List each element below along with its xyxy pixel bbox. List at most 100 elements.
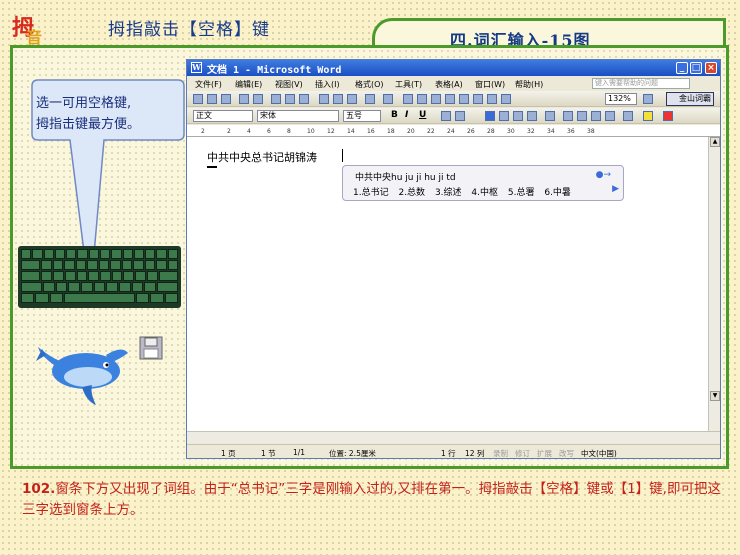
menu-help[interactable]: 帮助(H) (515, 79, 543, 90)
ime-candidate[interactable]: 5.总署 (508, 188, 535, 198)
status-line: 1 行 (441, 449, 456, 458)
numbering-icon[interactable] (563, 111, 573, 121)
char-border-icon[interactable] (441, 111, 451, 121)
hyperlink-icon[interactable] (403, 94, 413, 104)
line-spacing-icon[interactable] (545, 111, 555, 121)
ime-candidate[interactable]: 3.综述 (435, 188, 462, 198)
bullets-icon[interactable] (577, 111, 587, 121)
align-left-icon[interactable] (485, 111, 495, 121)
save-icon[interactable] (221, 94, 231, 104)
ime-next-page-icon[interactable]: ▶ (612, 184, 619, 194)
floppy-disk-icon (139, 336, 163, 360)
status-record[interactable]: 录制 (493, 448, 508, 459)
align-center-icon[interactable] (499, 111, 509, 121)
document-text: 中共中央总书记胡锦涛 (207, 151, 317, 164)
increase-indent-icon[interactable] (605, 111, 615, 121)
status-column: 12 列 (465, 449, 485, 458)
format-toolbar: 正文 宋体 五号 B I U (187, 108, 720, 124)
menu-insert[interactable]: 插入(I) (315, 79, 340, 90)
paste-icon[interactable] (347, 94, 357, 104)
cut-icon[interactable] (319, 94, 329, 104)
jinshan-button[interactable]: 金山词霸 (666, 92, 714, 106)
close-button[interactable]: × (705, 62, 717, 74)
drawing-icon[interactable] (473, 94, 483, 104)
show-hide-icon[interactable] (501, 94, 511, 104)
caption-number: 102. (22, 481, 56, 497)
status-pages: 1/1 (293, 448, 306, 457)
ime-candidate[interactable]: 4.中枢 (471, 188, 498, 198)
highlight-icon[interactable] (643, 111, 653, 121)
menu-bar: 文件(F) 编辑(E) 视图(V) 插入(I) 格式(O) 工具(T) 表格(A… (187, 76, 720, 91)
email-icon[interactable] (253, 94, 263, 104)
zoom-select[interactable]: 132% (605, 93, 637, 105)
document-map-icon[interactable] (487, 94, 497, 104)
style-select[interactable]: 正文 (193, 110, 253, 122)
horizontal-scrollbar[interactable] (187, 431, 720, 443)
menu-tools[interactable]: 工具(T) (395, 79, 422, 90)
font-size-select[interactable]: 五号 (343, 110, 381, 122)
spelling-icon[interactable] (299, 94, 309, 104)
ime-candidate[interactable]: 2.总数 (398, 188, 425, 198)
keyboard-illustration (18, 246, 181, 308)
menu-format[interactable]: 格式(O) (355, 79, 384, 90)
help-icon[interactable] (643, 94, 653, 104)
status-overtype[interactable]: 改写 (559, 448, 574, 459)
status-page: 1 页 (221, 449, 236, 458)
new-doc-icon[interactable] (193, 94, 203, 104)
char-shading-icon[interactable] (455, 111, 465, 121)
justify-icon[interactable] (527, 111, 537, 121)
menu-file[interactable]: 文件(F) (195, 79, 222, 90)
status-extend[interactable]: 扩展 (537, 448, 552, 459)
bold-button[interactable]: B (391, 110, 398, 120)
scroll-down-icon[interactable]: ▼ (710, 391, 720, 401)
print-preview-icon[interactable] (285, 94, 295, 104)
decrease-indent-icon[interactable] (591, 111, 601, 121)
word-window: W 文档 1 - Microsoft Word _ □ × 文件(F) 编辑(E… (186, 59, 721, 459)
bubble-text: 选一可用空格键, 拇指击键最方便。 (36, 93, 176, 135)
underline-button[interactable]: U (419, 110, 426, 120)
bubble-line-1: 选一可用空格键, (36, 96, 132, 111)
ime-candidate[interactable]: 6.中暑 (544, 188, 571, 198)
word-app-icon: W (191, 62, 202, 73)
status-track-changes[interactable]: 修订 (515, 448, 530, 459)
italic-button[interactable]: I (405, 110, 408, 120)
align-right-icon[interactable] (513, 111, 523, 121)
ime-dot-indicator: ●→ (595, 170, 611, 180)
text-cursor (342, 149, 343, 162)
ime-candidate[interactable]: 1.总书记 (353, 188, 389, 198)
bubble-line-2: 拇指击键最方便。 (36, 117, 141, 132)
document-area[interactable]: 中共中央总书记胡锦涛 中共中央hu ju ji hu ji td ●→ 1.总书… (187, 137, 709, 431)
menu-window[interactable]: 窗口(W) (475, 79, 505, 90)
maximize-button[interactable]: □ (690, 62, 702, 74)
undo-icon[interactable] (365, 94, 375, 104)
ime-candidate-window: 中共中央hu ju ji hu ji td ●→ 1.总书记 2.总数 3.综述… (342, 165, 624, 201)
menu-edit[interactable]: 编辑(E) (235, 79, 262, 90)
status-position: 位置: 2.5厘米 (329, 449, 376, 458)
standard-toolbar: 132% 金山词霸 (187, 91, 720, 107)
open-icon[interactable] (207, 94, 217, 104)
help-search-input[interactable]: 键入需要帮助的问题 (592, 78, 690, 89)
insert-table-icon[interactable] (431, 94, 441, 104)
copy-icon[interactable] (333, 94, 343, 104)
vertical-scrollbar[interactable]: ▲ ▼ (708, 137, 720, 431)
word-titlebar: W 文档 1 - Microsoft Word _ □ × (187, 60, 720, 76)
dolphin-icon (36, 347, 128, 405)
tables-borders-icon[interactable] (417, 94, 427, 104)
print-icon[interactable] (271, 94, 281, 104)
border-icon[interactable] (623, 111, 633, 121)
status-section: 1 节 (261, 449, 276, 458)
menu-view[interactable]: 视图(V) (275, 79, 303, 90)
permission-icon[interactable] (239, 94, 249, 104)
redo-icon[interactable] (383, 94, 393, 104)
columns-icon[interactable] (459, 94, 469, 104)
font-color-icon[interactable] (663, 111, 673, 121)
menu-table[interactable]: 表格(A) (435, 79, 463, 90)
font-select[interactable]: 宋体 (257, 110, 339, 122)
horizontal-ruler[interactable]: 2 2 4 6 8 10 12 14 16 18 20 22 24 26 28 30 32 34 36 38 (187, 125, 720, 137)
status-bar: 1 页 1 节 1/1 位置: 2.5厘米 1 行 12 列 录制 修订 扩展 … (187, 444, 720, 458)
minimize-button[interactable]: _ (676, 62, 688, 74)
ime-candidate-list: 1.总书记 2.总数 3.综述 4.中枢 5.总署 6.中暑 (353, 185, 578, 198)
scroll-up-icon[interactable]: ▲ (710, 137, 720, 147)
caption-text: 窗条下方又出现了词组。由于“总书记”三字是刚输入过的,又排在第一。拇指敲击【空格… (22, 481, 721, 518)
insert-excel-icon[interactable] (445, 94, 455, 104)
